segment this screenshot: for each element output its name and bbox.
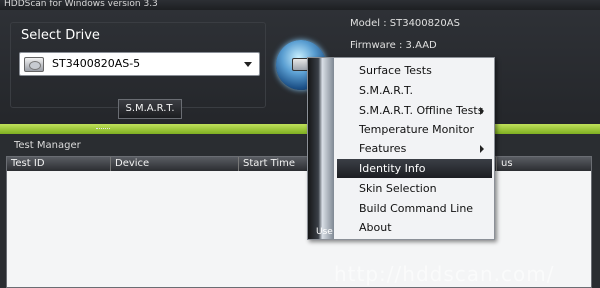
submenu-arrow-icon xyxy=(480,107,484,115)
window-titlebar: HDDScan for Windows version 3.3 xyxy=(0,0,600,10)
test-manager-header: Test ID Device Start Time us xyxy=(7,157,591,171)
chevron-down-icon[interactable] xyxy=(244,62,252,67)
column-device[interactable]: Device xyxy=(111,157,239,171)
splitter-grip[interactable] xyxy=(96,128,110,131)
accent-divider xyxy=(0,124,600,134)
column-status[interactable]: us xyxy=(497,157,591,171)
menu-item-smart-offline-tests[interactable]: S.M.A.R.T. Offline Tests xyxy=(337,101,492,120)
menu-item-features[interactable]: Features xyxy=(337,139,492,158)
drive-firmware-text: Firmware : 3.AAD xyxy=(350,40,437,51)
column-test-id[interactable]: Test ID xyxy=(7,157,111,171)
drive-model-text: Model : ST3400820AS xyxy=(350,18,460,29)
smart-button[interactable]: S.M.A.R.T. xyxy=(118,99,182,119)
menu-item-identity-info[interactable]: Identity Info xyxy=(337,159,492,178)
menu-side-gutter: Use xyxy=(308,58,334,239)
menu-item-about[interactable]: About xyxy=(337,218,492,237)
selected-drive-value: ST3400820AS-5 xyxy=(52,57,141,70)
select-drive-group: Select Drive ST3400820AS-5 S.M.A.R.T. xyxy=(10,22,266,119)
menu-item-build-command-line[interactable]: Build Command Line xyxy=(337,199,492,218)
menu-item-skin-selection[interactable]: Skin Selection xyxy=(337,179,492,198)
menu-item-temperature-monitor[interactable]: Temperature Monitor xyxy=(337,120,492,139)
menu-gutter-label: Use xyxy=(316,227,333,237)
test-manager-title: Test Manager xyxy=(14,140,81,151)
context-menu: Use Surface Tests S.M.A.R.T. S.M.A.R.T. … xyxy=(307,57,495,240)
window-title: HDDScan for Windows version 3.3 xyxy=(4,0,158,9)
drive-select-dropdown[interactable]: ST3400820AS-5 xyxy=(19,52,260,76)
hard-drive-icon xyxy=(24,57,44,72)
menu-item-label: S.M.A.R.T. Offline Tests xyxy=(359,104,484,117)
submenu-arrow-icon xyxy=(480,145,484,153)
menu-item-label: Features xyxy=(359,142,407,155)
menu-item-surface-tests[interactable]: Surface Tests xyxy=(337,61,492,80)
menu-item-smart[interactable]: S.M.A.R.T. xyxy=(337,81,492,100)
select-drive-title: Select Drive xyxy=(21,28,100,43)
watermark-text: http://hddscan.com/ xyxy=(334,262,555,286)
top-panel: Select Drive ST3400820AS-5 S.M.A.R.T. Mo… xyxy=(0,10,600,128)
column-start-time[interactable]: Start Time xyxy=(239,157,309,171)
